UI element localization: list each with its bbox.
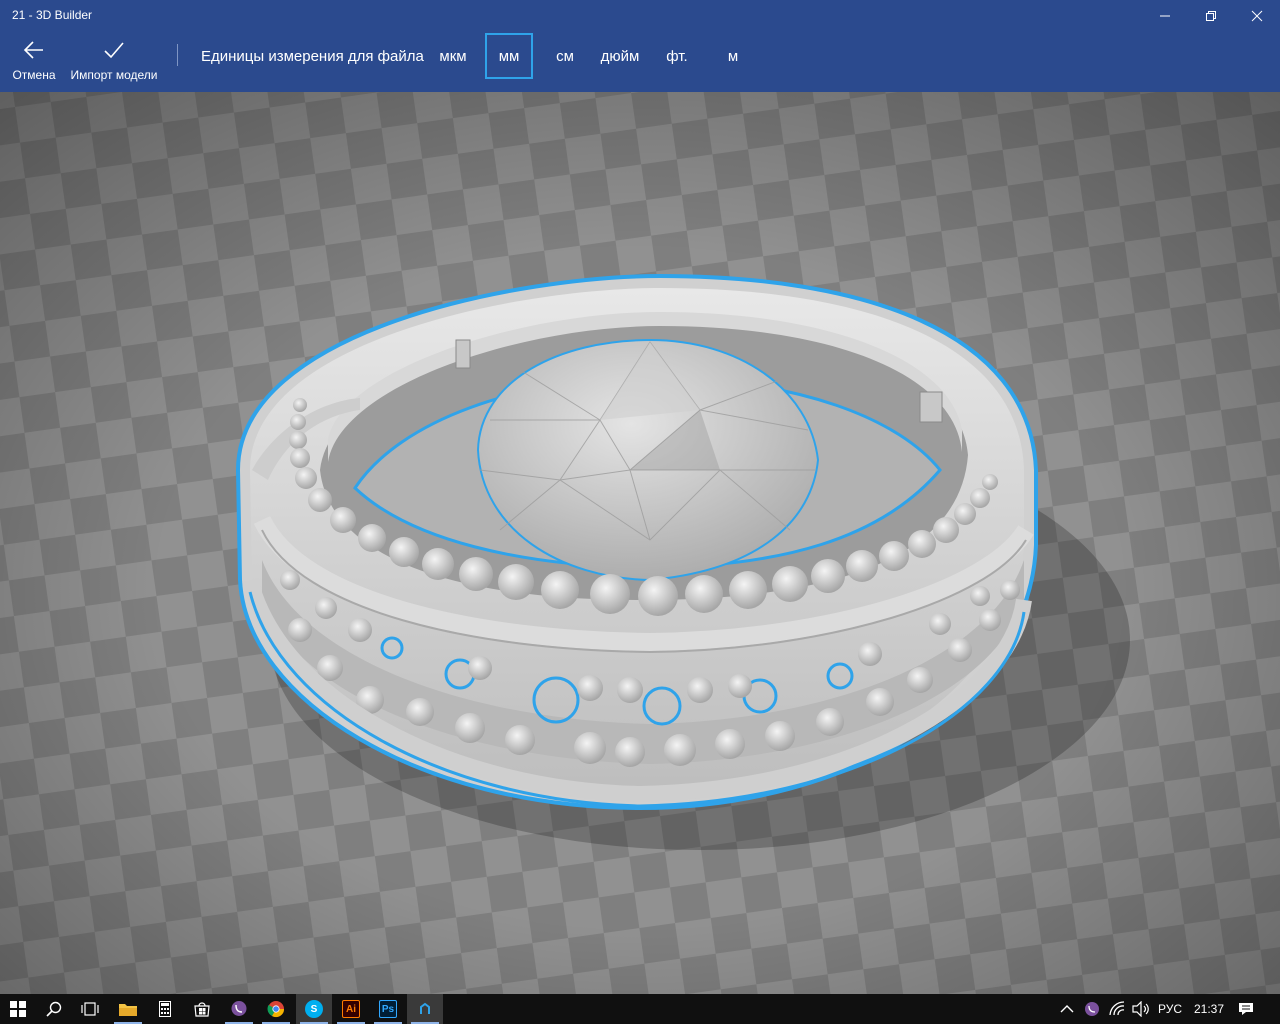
close-button[interactable] (1234, 0, 1280, 32)
taskbar-3d-builder[interactable] (407, 994, 443, 1024)
search-icon (46, 1001, 62, 1017)
task-view-button[interactable] (72, 994, 108, 1024)
taskbar-viber[interactable] (221, 994, 257, 1024)
task-view-icon (81, 1002, 99, 1016)
restore-button[interactable] (1188, 0, 1234, 32)
calculator-icon (159, 1001, 171, 1017)
unit-micrometer[interactable]: мкм (433, 33, 473, 79)
taskbar-skype[interactable]: S (296, 994, 332, 1024)
taskbar-illustrator[interactable]: Ai (333, 994, 369, 1024)
units-label: Единицы измерения для файла (201, 48, 424, 65)
wifi-icon[interactable] (1108, 1001, 1126, 1017)
illustrator-icon: Ai (342, 1000, 360, 1018)
unit-inch[interactable]: дюйм (596, 33, 644, 79)
minimize-button[interactable] (1142, 0, 1188, 32)
skype-icon: S (305, 1000, 323, 1018)
viber-tray-icon[interactable] (1084, 1001, 1100, 1017)
taskbar-store[interactable] (184, 994, 220, 1024)
unit-millimeter[interactable]: мм (485, 33, 533, 79)
action-center-icon[interactable] (1238, 1002, 1254, 1016)
command-separator (177, 44, 178, 66)
title-bar: 21 - 3D Builder (0, 0, 1280, 32)
photoshop-icon: Ps (379, 1000, 397, 1018)
taskbar-calculator[interactable] (147, 994, 183, 1024)
cancel-button[interactable]: Отмена (6, 32, 62, 92)
window-title: 21 - 3D Builder (12, 8, 93, 22)
search-button[interactable] (36, 994, 72, 1024)
3d-builder-icon (420, 1002, 430, 1014)
file-explorer-icon (119, 1004, 137, 1016)
import-model-label: Импорт модели (70, 68, 158, 82)
import-model-button[interactable]: Импорт модели (68, 32, 160, 92)
viber-icon (231, 1001, 247, 1016)
restore-icon (1206, 11, 1216, 21)
store-icon (194, 1002, 210, 1017)
cancel-label: Отмена (12, 68, 56, 82)
clock[interactable]: 21:37 (1194, 1002, 1224, 1016)
unit-foot[interactable]: фт. (660, 33, 694, 79)
input-language-indicator[interactable]: РУС (1158, 1002, 1182, 1016)
show-hidden-icons-chevron-icon[interactable] (1060, 1003, 1074, 1015)
start-button[interactable] (0, 994, 36, 1024)
checkmark-icon (103, 32, 125, 68)
windows-start-icon (10, 1001, 26, 1017)
minimize-icon (1160, 15, 1170, 17)
unit-centimeter[interactable]: см (548, 33, 582, 79)
command-bar: Отмена Импорт модели Единицы измерения д… (0, 32, 1280, 92)
scene-canvas (0, 92, 1280, 994)
taskbar-file-explorer[interactable] (110, 994, 146, 1024)
taskbar: S Ai Ps РУС 21:37 (0, 994, 1280, 1024)
taskbar-photoshop[interactable]: Ps (370, 994, 406, 1024)
unit-meter[interactable]: м (720, 33, 746, 79)
back-arrow-icon (23, 32, 45, 68)
taskbar-chrome[interactable] (258, 994, 294, 1024)
close-icon (1251, 10, 1263, 22)
3d-viewport[interactable] (0, 92, 1280, 994)
volume-icon[interactable] (1132, 1001, 1150, 1017)
chrome-icon (267, 1001, 285, 1018)
